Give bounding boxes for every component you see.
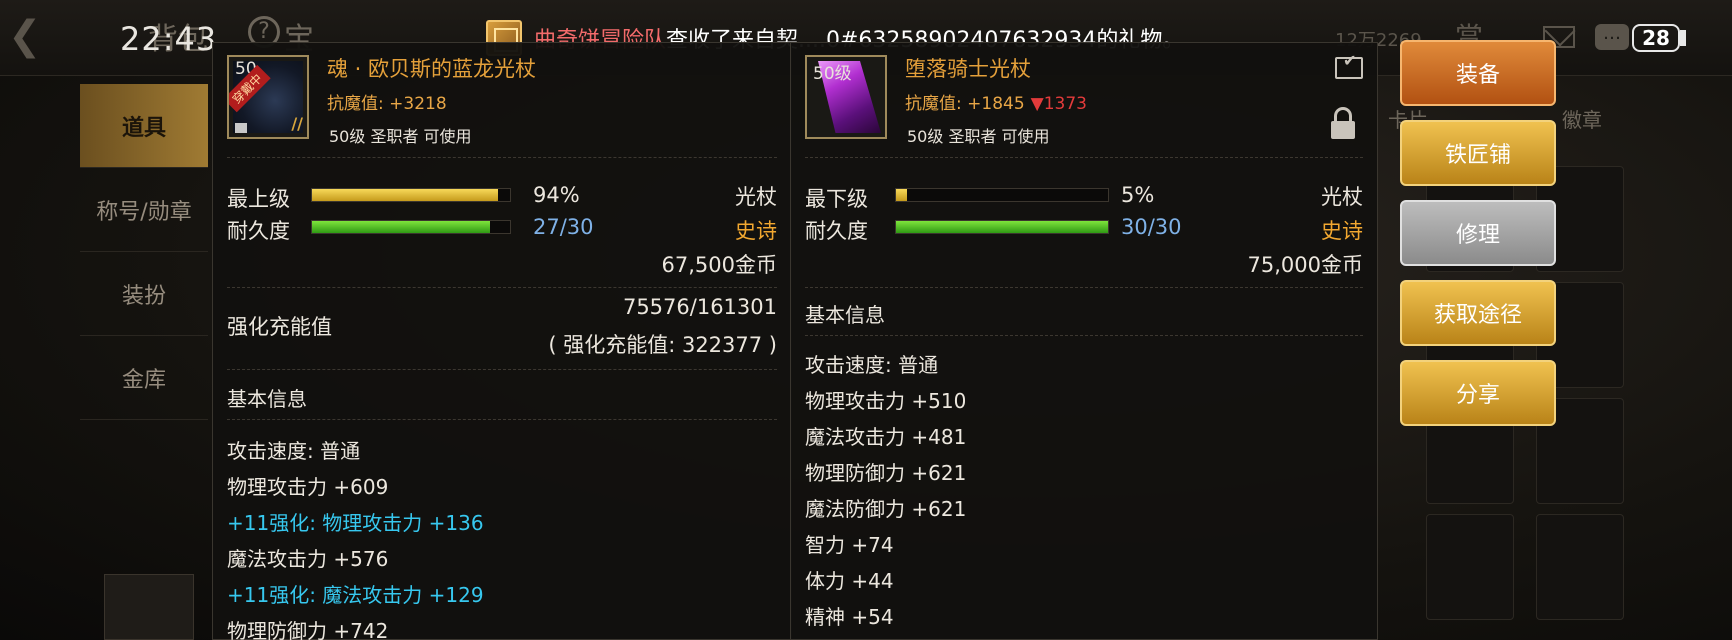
back-arrow-icon[interactable]: ❮ (8, 14, 48, 58)
divider (805, 335, 1363, 336)
padlock-body (1331, 121, 1355, 139)
durability-bar (895, 220, 1109, 234)
basic-info-title: 基本信息 (805, 303, 885, 327)
divider (227, 419, 777, 420)
grade-bar (311, 188, 511, 202)
stat-line: 魔法防御力 +621 (805, 497, 967, 521)
status-clock: 22:43 (120, 20, 218, 58)
divider (805, 287, 1363, 288)
item-level-badge: 50级 (813, 64, 852, 84)
rarity-label: 史诗 (735, 219, 777, 243)
stat-line: 魔法攻击力 +481 (805, 425, 967, 449)
sidebar-tab-vault[interactable]: 金库 (80, 336, 208, 420)
tab-badge[interactable]: 徽章 (1562, 104, 1602, 133)
durability-bar (311, 220, 511, 234)
grade-label: 最上级 (227, 187, 290, 211)
chat-icon[interactable]: … (1595, 24, 1629, 50)
divider (227, 287, 777, 288)
durability-bar-fill (896, 221, 1108, 233)
obtain-route-button[interactable]: 获取途径 (1400, 280, 1556, 346)
item-requirement: 50级 圣职者 可使用 (907, 127, 1050, 146)
rarity-label: 史诗 (1321, 219, 1363, 243)
enhance-mark-icon: // (291, 114, 303, 133)
sidebar-tab-items[interactable]: 道具 (80, 84, 208, 168)
stat-line: 物理攻击力 +510 (805, 389, 967, 413)
stat-line: 体力 +44 (805, 569, 894, 593)
stat-line: 攻击速度: 普通 (805, 353, 939, 377)
magic-resist-diff: ▼1373 (1030, 94, 1087, 114)
equip-button[interactable]: 装备 (1400, 40, 1556, 106)
durability-bar-fill (312, 221, 491, 233)
inventory-slot[interactable] (1536, 514, 1624, 620)
magic-resist-value: 抗魔值: +1845 (905, 94, 1025, 114)
card-check-icon[interactable] (1335, 51, 1363, 79)
equipped-item-icon: 50 穿戴中 // (227, 55, 309, 139)
sell-price: 67,500金币 (661, 253, 777, 277)
divider (227, 157, 777, 158)
item-requirement: 50级 圣职者 可使用 (329, 127, 472, 146)
blacksmith-button[interactable]: 铁匠铺 (1400, 120, 1556, 186)
stat-line: 物理防御力 +742 (227, 619, 389, 640)
durability-label: 耐久度 (805, 219, 868, 243)
grade-percent: 94% (533, 183, 580, 207)
grade-bar-fill (312, 189, 499, 201)
sidebar-tab-costume[interactable]: 装扮 (80, 252, 208, 336)
lock-small-icon (235, 123, 247, 133)
durability-value: 27/30 (533, 215, 594, 239)
stat-line: 物理攻击力 +609 (227, 475, 389, 499)
compare-item-tooltip: 50级 堕落骑士光杖 抗魔值: +1845▼1373 50级 圣职者 可使用 最… (790, 42, 1378, 640)
durability-value: 30/30 (1121, 215, 1182, 239)
enhance-progress: 75576/161301 (622, 295, 777, 319)
divider (227, 369, 777, 370)
sell-price: 75,000金币 (1247, 253, 1363, 277)
stat-line: 魔法攻击力 +576 (227, 547, 389, 571)
durability-label: 耐久度 (227, 219, 290, 243)
repair-button[interactable]: 修理 (1400, 200, 1556, 266)
message-count-badge: 28 (1632, 24, 1680, 52)
enhance-total: ( 强化充能值: 322377 ) (548, 333, 777, 357)
stat-line: 攻击速度: 普通 (227, 439, 361, 463)
padlock-icon[interactable] (1331, 107, 1355, 141)
weapon-type: 光杖 (1321, 185, 1363, 209)
item-name: 堕落骑士光杖 (905, 57, 1031, 81)
divider (805, 157, 1363, 158)
enhance-charge-label: 强化充能值 (227, 315, 332, 339)
stat-line: +11强化: 魔法攻击力 +129 (227, 583, 484, 607)
badge-tail (1680, 30, 1686, 46)
grade-bar-fill (896, 189, 907, 201)
stat-line: +11强化: 物理攻击力 +136 (227, 511, 484, 535)
basic-info-title: 基本信息 (227, 387, 307, 411)
compare-item-icon: 50级 (805, 55, 887, 139)
grade-percent: 5% (1121, 183, 1155, 207)
sidebar-tab-titles[interactable]: 称号/勋章 (80, 168, 208, 252)
grade-bar (895, 188, 1109, 202)
item-magic-resist: 抗魔值: +3218 (327, 94, 447, 114)
weapon-type: 光杖 (735, 185, 777, 209)
inventory-slot[interactable] (1426, 514, 1514, 620)
item-name: 魂 · 欧贝斯的蓝龙光杖 (327, 57, 537, 81)
grade-label: 最下级 (805, 187, 868, 211)
stat-line: 智力 +74 (805, 533, 894, 557)
stat-line: 精神 +54 (805, 605, 894, 629)
item-magic-resist: 抗魔值: +1845 ▼1373 (905, 89, 1087, 114)
inventory-sidebar: 道具 称号/勋章 装扮 金库 (80, 84, 208, 420)
potion-slot[interactable] (104, 574, 194, 640)
equipped-item-tooltip: 50 穿戴中 // 魂 · 欧贝斯的蓝龙光杖 抗魔值: +3218 50级 圣职… (212, 42, 792, 640)
stat-line: 物理防御力 +621 (805, 461, 967, 485)
share-button[interactable]: 分享 (1400, 360, 1556, 426)
